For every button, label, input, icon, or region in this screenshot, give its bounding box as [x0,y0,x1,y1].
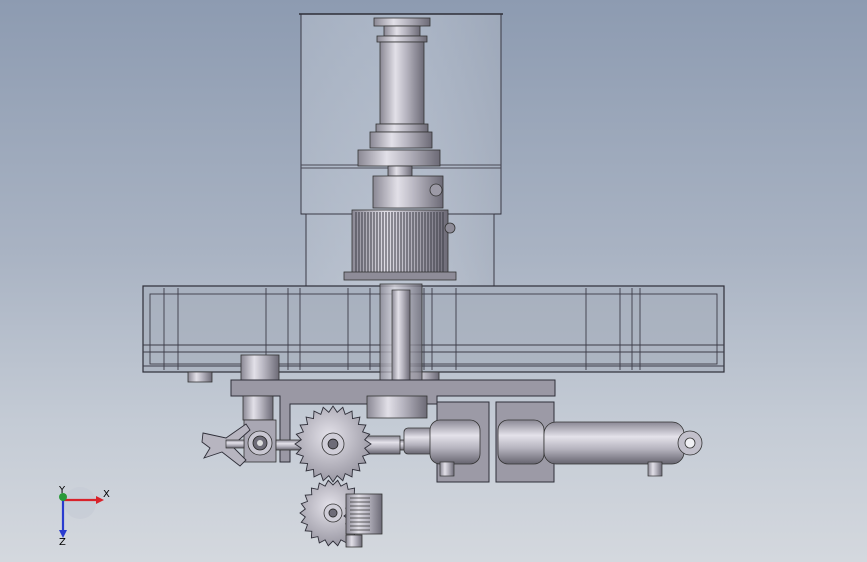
drive-shaft[interactable] [379,283,423,385]
finned-gear-drum[interactable] [343,209,457,281]
coupling-block[interactable] [372,175,444,209]
cad-viewport[interactable]: X Y Z [0,0,867,562]
z-axis-label: Z [59,537,66,548]
assembly-model[interactable]: X Y Z [0,0,867,562]
clamp-handle[interactable] [201,423,251,467]
bearing-housing[interactable] [243,419,277,463]
pinion-gear[interactable] [343,493,383,548]
y-axis-label: Y [58,485,66,496]
upper-spur-gear[interactable] [294,405,372,483]
coordinate-triad: X Y Z [58,485,110,548]
x-axis-label: X [103,489,110,500]
base-frame[interactable] [142,285,725,383]
